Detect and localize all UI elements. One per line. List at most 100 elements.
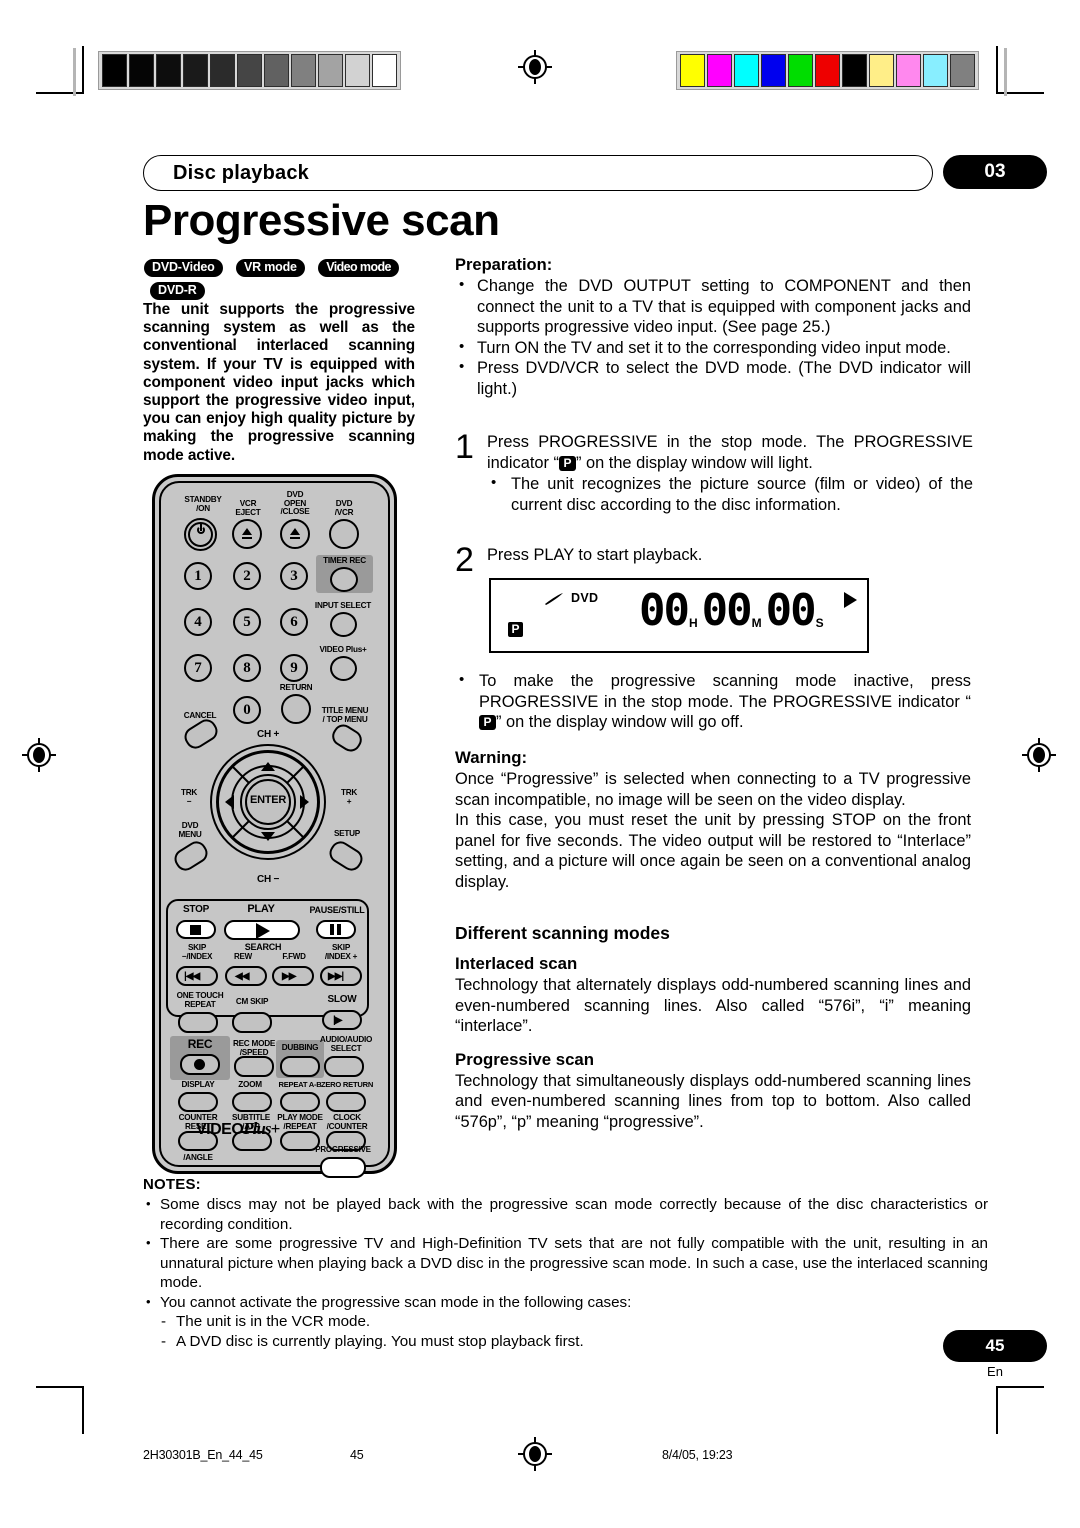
number-button-7[interactable]: 7 [184,654,212,682]
display-button[interactable] [178,1092,218,1112]
note-sub-item: A DVD disc is currently playing. You mus… [143,1332,988,1352]
stop-label: STOP [182,904,210,915]
zoom-label: ZOOM [238,1080,262,1089]
warning-block: Warning: Once “Progressive” is selected … [455,748,971,893]
notes-list: Some discs may not be played back with t… [143,1194,988,1313]
chapter-tab: Disc playback [143,155,933,191]
return-button[interactable] [281,694,311,724]
repeat-ab-button[interactable] [280,1092,320,1112]
note-item: You cannot activate the progressive scan… [143,1292,988,1313]
number-button-6[interactable]: 6 [280,608,308,636]
return-label: RETURN [279,683,313,692]
number-button-5[interactable]: 5 [233,608,261,636]
pause-still-button[interactable] [316,920,356,939]
preparation-item: Change the DVD OUTPUT setting to COMPONE… [455,275,971,338]
cm-skip-button[interactable] [232,1012,272,1033]
rec-label: REC [187,1037,213,1051]
notes-heading: NOTES: [143,1176,201,1193]
step-1-sub-text: The unit recognizes the picture source (… [511,475,973,514]
search-label: SEARCH [244,942,282,952]
step-2: 2 Press PLAY to start playback. [455,543,973,577]
display-hours: 00 [639,585,690,636]
note-item-text: There are some progressive TV and High-D… [160,1235,988,1291]
stop-icon [190,925,201,935]
one-touch-repeat-button[interactable] [178,1012,218,1033]
slow-icon: |▶ [333,1015,342,1026]
dpad-left-icon[interactable] [225,795,234,809]
title-menu-label: TITLE MENU / TOP MENU [321,706,369,724]
skip-index-minus-label: SKIP −/INDEX [181,943,213,961]
step-1-text-after: ” on the display window will light. [575,453,813,472]
video-plus-button[interactable] [330,656,357,681]
dpad-up-icon[interactable] [261,762,275,771]
display-window-illustration: DVD P 00 H 00 M 00 S [489,578,869,653]
progressive-button[interactable] [320,1157,366,1178]
audio-select-label: AUDIO/AUDIO SELECT [319,1035,373,1053]
number-button-4[interactable]: 4 [184,608,212,636]
post-display-item: To make the progressive scanning mode in… [455,670,971,733]
preparation-item: Press DVD/VCR to select the DVD mode. (T… [455,357,971,399]
number-button-0[interactable]: 0 [233,696,261,724]
audio-select-button[interactable] [324,1056,364,1077]
preparation-list: Change the DVD OUTPUT setting to COMPONE… [455,275,971,400]
zoom-button[interactable] [232,1092,272,1112]
eject-icon [290,528,300,535]
fast-forward-icon: ▶▶ [282,971,296,982]
chapter-label: Disc playback [173,162,310,184]
dvd-menu-label: DVD MENU [178,821,202,839]
dpad-down-icon[interactable] [261,832,275,841]
dubbing-label: DUBBING [281,1043,319,1052]
footer-sheet-number: 45 [350,1448,364,1462]
scanning-modes-block: Different scanning modes Interlaced scan… [455,923,971,1133]
dpad-right-icon[interactable] [300,795,309,809]
preparation-item-text: Turn ON the TV and set it to the corresp… [477,338,951,357]
number-button-9[interactable]: 9 [280,654,308,682]
zero-return-button[interactable] [326,1092,366,1112]
post-display-text-after: ” on the display window will go off. [496,713,744,732]
standby-label: STANDBY /ON [184,495,222,513]
timer-rec-button[interactable] [330,567,358,592]
video-plus-label: VIDEO Plus+ [319,645,367,654]
ch-plus-label: CH + [256,729,280,740]
video-plus-logo: VIDEOPlus+ [196,1119,280,1139]
progressive-label: PROGRESSIVE [315,1145,371,1154]
rewind-icon: ◀◀ [235,971,249,982]
clock-counter-label: CLOCK /COUNTER [326,1113,368,1131]
dubbing-button[interactable] [280,1056,320,1077]
chapter-number-badge: 03 [943,155,1047,189]
timer-rec-label: TIMER REC [323,556,366,565]
preparation-item: Turn ON the TV and set it to the corresp… [455,337,971,359]
post-display-bullet-block: To make the progressive scanning mode in… [455,670,971,733]
notes-block: NOTES: Some discs may not be played back… [143,1176,988,1351]
progressive-scan-text: Technology that simultaneously displays … [455,1071,971,1131]
disc-icon [545,593,563,605]
dvd-vcr-button[interactable] [329,519,359,549]
number-button-8[interactable]: 8 [233,654,261,682]
display-minutes: 00 [701,585,753,636]
step-1-sub-item: The unit recognizes the picture source (… [487,473,973,515]
brand-italic-text: Plus+ [243,1119,280,1138]
number-button-2[interactable]: 2 [233,562,261,590]
note-sub-item: The unit is in the VCR mode. [143,1312,988,1332]
progressive-indicator-icon: P [479,715,496,731]
eject-icon-bar [242,537,252,539]
pause-icon-bar-right [337,924,341,935]
scanning-modes-heading: Different scanning modes [455,923,670,943]
number-button-3[interactable]: 3 [280,562,308,590]
badge-video-mode: Video mode [318,259,399,277]
rec-mode-speed-button[interactable] [234,1056,274,1077]
warning-paragraph-2: In this case, you must reset the unit by… [455,811,971,891]
post-display-list: To make the progressive scanning mode in… [455,670,971,733]
input-select-button[interactable] [330,612,357,637]
slow-button[interactable] [322,1010,362,1030]
note-item-text: Some discs may not be played back with t… [160,1196,988,1233]
ch-minus-label: CH − [256,874,280,885]
display-progressive-indicator: P [508,622,523,637]
slow-label: SLOW [327,994,357,1005]
step-2-body: Press PLAY to start playback. [487,546,703,564]
display-hours-unit: H [688,616,698,630]
footer-file-id: 2H30301B_En_44_45 [143,1448,263,1462]
cancel-label: CANCEL [183,711,217,720]
note-item: There are some progressive TV and High-D… [143,1233,988,1293]
number-button-1[interactable]: 1 [184,562,212,590]
